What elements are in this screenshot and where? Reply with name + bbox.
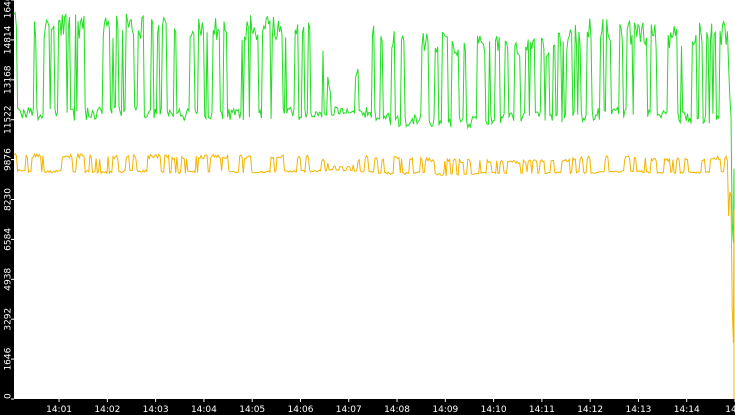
x-tick-label: 14:05 — [239, 405, 265, 415]
x-tick-label: 14:10 — [481, 405, 507, 415]
x-tick-label: 14:12 — [577, 405, 603, 415]
y-tick-label: 11522 — [4, 105, 14, 134]
chart: 0 1646 3292 4938 6584 8230 9876 11522 13168 14814… — [4, 0, 735, 415]
x-tick-label: 14:07 — [336, 405, 362, 415]
x-tick-label: 14:09 — [432, 405, 458, 415]
y-tick-label: 16460 — [4, 0, 14, 18]
x-tick-label: 14:02 — [94, 405, 120, 415]
y-axis: 0 1646 3292 4938 6584 8230 9876 11522 13168 14814… — [4, 0, 14, 400]
y-tick-label: 13168 — [4, 65, 14, 94]
x-tick-label: 14:03 — [143, 405, 169, 415]
y-tick-label: 8230 — [4, 188, 14, 211]
x-tick-label: 14:04 — [191, 405, 217, 415]
x-tick-label: 14:14 — [674, 405, 700, 415]
y-tick-label: 6584 — [4, 228, 14, 251]
y-tick-label: 9876 — [4, 148, 14, 171]
x-tick-label: 14:11 — [529, 405, 555, 415]
x-tick-label: 14:08 — [384, 405, 410, 415]
y-tick-label: 14814 — [4, 25, 14, 54]
y-tick-label: 3292 — [4, 308, 14, 331]
y-tick-label: 0 — [4, 393, 14, 399]
x-tick-label: 14:01 — [46, 405, 72, 415]
y-tick-label: 4938 — [4, 268, 14, 291]
x-axis: 14:01 14:02 14:03 14:04 14:05 14:06 14:07 14:08… — [46, 399, 735, 415]
x-tick-label: 14 — [725, 405, 735, 415]
x-tick-label: 14:13 — [625, 405, 651, 415]
x-tick-label: 14:06 — [288, 405, 314, 415]
y-tick-label: 1646 — [4, 347, 14, 370]
